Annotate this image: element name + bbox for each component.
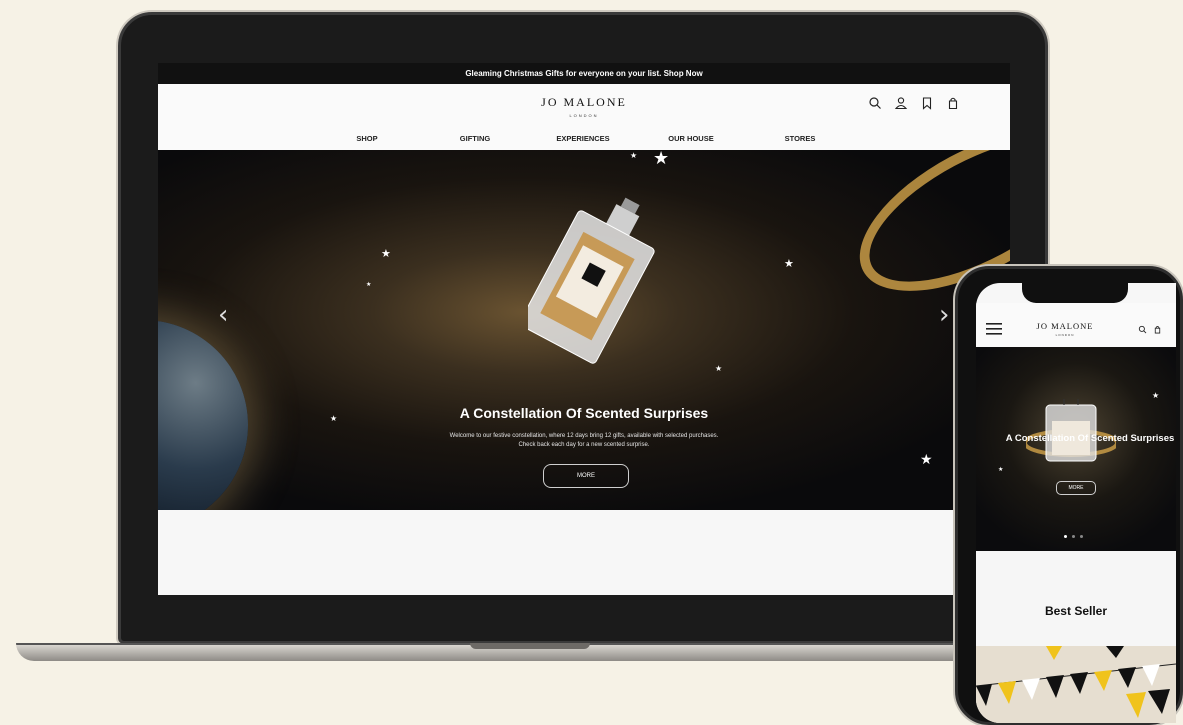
mobile-site: JO MALONE LONDON ★ ★ A Constellation Of …	[976, 283, 1176, 723]
carousel-dots	[1064, 535, 1083, 538]
bag-icon[interactable]	[946, 96, 960, 110]
more-button[interactable]: MORE	[543, 464, 629, 488]
hero-description-line: Welcome to our festive constellation, wh…	[449, 433, 719, 439]
header-icons	[868, 96, 960, 110]
desktop-site: Gleaming Christmas Gifts for everyone on…	[158, 63, 1010, 595]
star-icon: ★	[920, 452, 933, 468]
nav-item-experiences[interactable]: EXPERIENCES	[556, 134, 609, 143]
nav-item-our-house[interactable]: OUR HOUSE	[668, 134, 713, 143]
carousel-dot[interactable]	[1072, 535, 1075, 538]
mobile-hero-title: A Constellation Of Scented Surprises	[1005, 433, 1175, 444]
laptop-notch	[470, 643, 590, 649]
star-icon: ★	[784, 257, 794, 270]
logo-subtext: LONDON	[569, 113, 599, 118]
mobile-hero-banner: ★ ★ A Constellation Of Scented Surprises…	[976, 347, 1176, 551]
hero-banner: ★ ★ ★ ★ ★ ★ ★ ★ ‹ › A Constellation Of S…	[158, 150, 1010, 510]
mobile-logo[interactable]: JO MALONE LONDON	[1020, 321, 1110, 337]
nav-item-shop[interactable]: SHOP	[356, 134, 377, 143]
phone-notch	[1022, 283, 1128, 303]
mobile-logo-text: JO MALONE	[1036, 321, 1094, 331]
account-icon[interactable]	[894, 96, 908, 110]
best-seller-heading: Best Seller	[976, 551, 1176, 646]
star-icon: ★	[366, 281, 372, 288]
wishlist-icon[interactable]	[920, 96, 934, 110]
next-slide-arrow[interactable]: ›	[939, 302, 949, 328]
main-nav: SHOP GIFTING EXPERIENCES OUR HOUSE STORE…	[158, 134, 1010, 148]
hero-description-line: Check back each day for a new scented su…	[518, 442, 650, 448]
star-icon: ★	[1152, 391, 1160, 400]
mobile-header-icons	[1138, 325, 1162, 334]
prev-slide-arrow[interactable]: ‹	[218, 302, 228, 328]
star-icon: ★	[381, 247, 391, 260]
search-icon[interactable]	[1138, 325, 1147, 334]
promo-banner[interactable]: Gleaming Christmas Gifts for everyone on…	[158, 63, 1010, 84]
carousel-dot[interactable]	[1080, 535, 1083, 538]
nav-item-stores[interactable]: STORES	[785, 134, 816, 143]
star-icon: ★	[998, 466, 1004, 473]
hero-description: Welcome to our festive constellation, wh…	[158, 432, 1010, 450]
star-icon: ★	[653, 150, 670, 169]
star-icon: ★	[715, 364, 723, 373]
mobile-more-button[interactable]: MORE	[1056, 481, 1096, 495]
site-header: JO MALONE LONDON SHOP GIFTING EXPERIENCE…	[158, 84, 1010, 150]
mobile-logo-subtext: LONDON	[1055, 333, 1075, 337]
perfume-bottle-image	[528, 197, 655, 364]
hero-title: A Constellation Of Scented Surprises	[459, 405, 709, 421]
carousel-dot[interactable]	[1064, 535, 1067, 538]
phone-frame: JO MALONE LONDON ★ ★ A Constellation Of …	[955, 266, 1183, 725]
star-icon: ★	[630, 151, 638, 160]
nav-item-gifting[interactable]: GIFTING	[460, 134, 490, 143]
mobile-header: JO MALONE LONDON	[976, 303, 1176, 347]
menu-icon[interactable]	[986, 323, 1002, 335]
search-icon[interactable]	[868, 96, 882, 110]
bunting-image	[976, 646, 1176, 723]
bag-icon[interactable]	[1153, 325, 1162, 334]
